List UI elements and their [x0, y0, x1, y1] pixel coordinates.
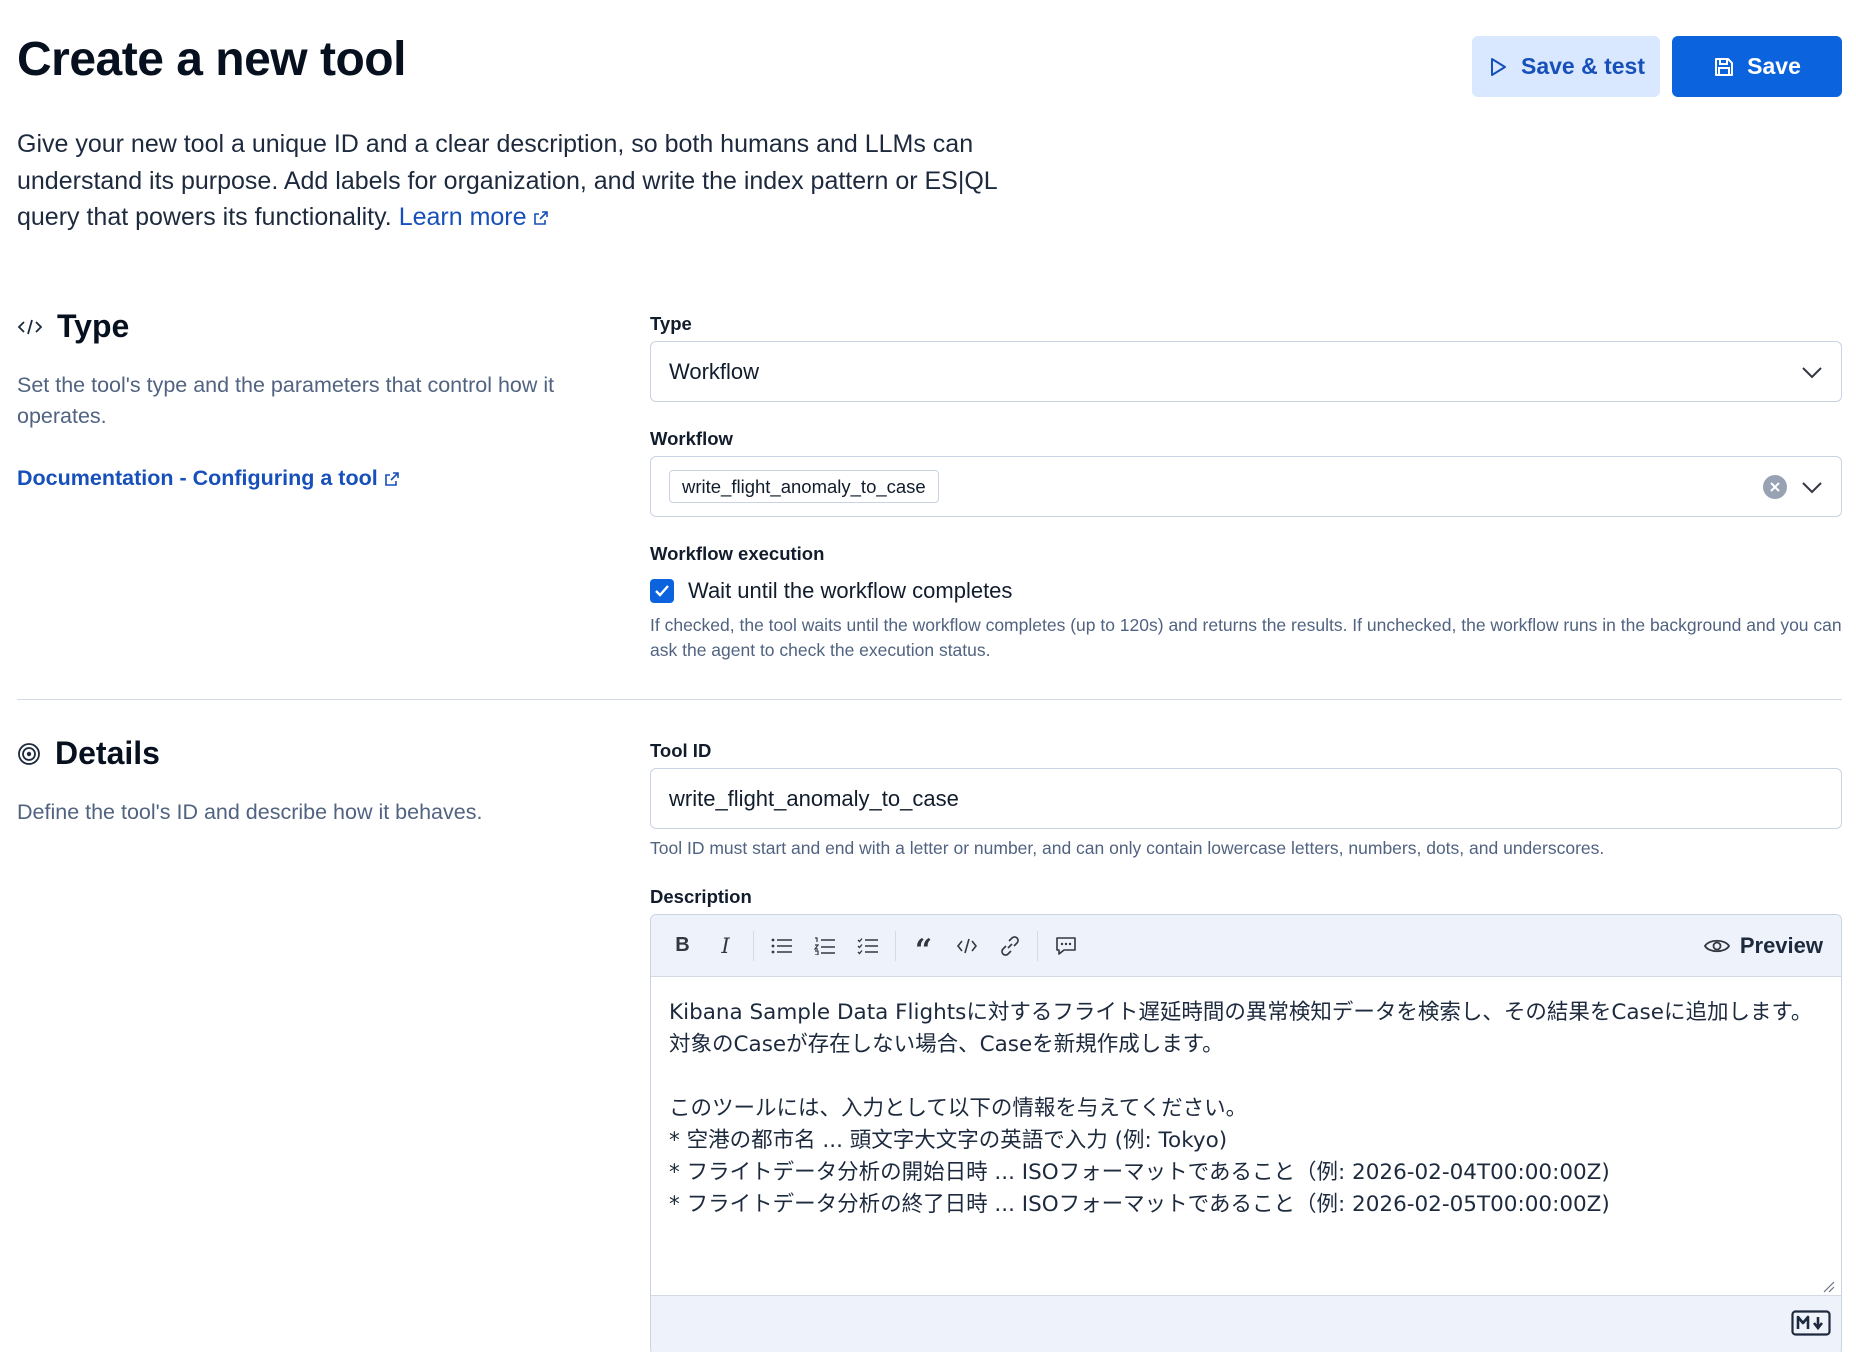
bold-icon: B: [675, 934, 690, 956]
code-icon: [956, 938, 977, 953]
code-button[interactable]: [945, 926, 988, 966]
external-link-icon: [533, 211, 548, 226]
preview-label: Preview: [1739, 932, 1823, 958]
page-title: Create a new tool: [17, 33, 406, 86]
toolbar-separator: [753, 930, 754, 961]
save-label: Save: [1747, 53, 1801, 79]
chevron-down-icon: [1802, 366, 1822, 378]
section-divider: [17, 699, 1842, 700]
type-section-title: Type: [17, 308, 129, 345]
tool-id-value: write_flight_anomaly_to_case: [669, 785, 959, 811]
play-icon: [1490, 57, 1506, 76]
tool-id-help-text: Tool ID must start and end with a letter…: [650, 838, 1605, 858]
numbered-list-icon: [813, 936, 835, 955]
documentation-link[interactable]: Documentation - Configuring a tool: [17, 466, 400, 491]
editor-toolbar: B I “ Preview: [651, 915, 1841, 977]
numbered-list-button[interactable]: [803, 926, 846, 966]
bullet-list-icon: [771, 938, 792, 953]
preview-button[interactable]: Preview: [1703, 932, 1823, 959]
documentation-link-label: Documentation - Configuring a tool: [17, 466, 378, 490]
quote-icon: “: [914, 932, 933, 968]
page-intro: Give your new tool a unique ID and a cle…: [17, 126, 1057, 236]
toolbar-separator: [895, 930, 896, 961]
save-button[interactable]: Save: [1672, 36, 1842, 97]
workflow-combobox[interactable]: write_flight_anomaly_to_case: [650, 456, 1842, 517]
type-select[interactable]: Workflow: [650, 341, 1842, 402]
workflow-field-label: Workflow: [650, 428, 733, 449]
type-select-value: Workflow: [669, 358, 760, 384]
intro-line-3: query that powers its functionality.: [17, 203, 392, 231]
type-field-label: Type: [650, 313, 692, 334]
workflow-chip-label: write_flight_anomaly_to_case: [682, 475, 926, 497]
wait-help-text: If checked, the tool waits until the wor…: [650, 615, 1842, 660]
external-link-icon: [384, 471, 399, 486]
code-icon: [17, 319, 43, 334]
tool-id-label: Tool ID: [650, 740, 712, 761]
check-icon: [655, 585, 669, 597]
bold-button[interactable]: B: [661, 926, 704, 966]
wait-checkbox[interactable]: [650, 579, 674, 603]
type-section-title-text: Type: [57, 308, 130, 344]
quote-button[interactable]: “: [902, 926, 945, 966]
target-icon: [18, 742, 40, 765]
link-button[interactable]: [988, 926, 1031, 966]
type-section-description: Set the tool's type and the parameters t…: [17, 373, 555, 428]
workflow-chip: write_flight_anomaly_to_case: [669, 470, 939, 503]
task-list-icon: [857, 937, 878, 954]
markdown-editor[interactable]: B I “ Preview Kibana Sample Data Flights…: [650, 914, 1842, 1352]
wait-checkbox-row[interactable]: Wait until the workflow completes: [650, 578, 1012, 604]
learn-more-link[interactable]: Learn more: [399, 203, 549, 231]
learn-more-label: Learn more: [398, 203, 527, 231]
editor-footer: [651, 1295, 1841, 1352]
details-section-description: Define the tool's ID and describe how it…: [17, 800, 483, 824]
resize-handle-icon[interactable]: [1821, 1279, 1835, 1293]
workflow-execution-label: Workflow execution: [650, 543, 825, 564]
link-icon: [1000, 935, 1019, 956]
comment-icon: [1055, 936, 1076, 955]
save-and-test-label: Save & test: [1520, 53, 1645, 79]
intro-line-1: Give your new tool a unique ID and a cle…: [17, 130, 974, 158]
comment-button[interactable]: [1044, 926, 1087, 966]
description-label: Description: [650, 886, 752, 907]
tool-id-input[interactable]: write_flight_anomaly_to_case: [650, 768, 1842, 829]
details-section-title: Details: [17, 735, 160, 772]
bullet-list-button[interactable]: [760, 926, 803, 966]
save-icon: [1715, 57, 1734, 76]
italic-button[interactable]: I: [704, 926, 747, 966]
task-list-button[interactable]: [846, 926, 889, 966]
description-textarea[interactable]: Kibana Sample Data Flightsに対するフライト遅延時間の異…: [651, 977, 1841, 1293]
intro-line-2: understand its purpose. Add labels for o…: [17, 166, 998, 195]
italic-icon: I: [721, 933, 730, 958]
chevron-down-icon[interactable]: [1801, 480, 1823, 494]
save-and-test-button[interactable]: Save & test: [1472, 36, 1660, 97]
eye-icon: [1703, 939, 1730, 952]
details-section-title-text: Details: [55, 735, 160, 771]
toolbar-separator: [1037, 930, 1038, 961]
wait-checkbox-label: Wait until the workflow completes: [688, 578, 1013, 603]
markdown-icon: [1791, 1310, 1831, 1336]
clear-icon[interactable]: [1763, 474, 1787, 499]
